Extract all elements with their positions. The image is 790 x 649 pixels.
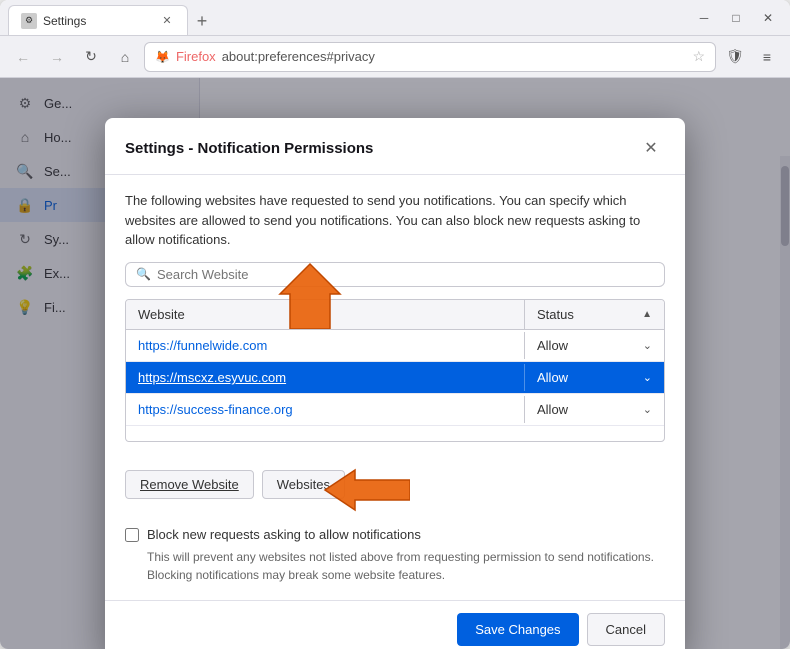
- modal-title: Settings - Notification Permissions: [125, 140, 373, 157]
- address-bar[interactable]: 🦊 Firefox about:preferences#privacy ☆: [144, 42, 716, 72]
- new-tab-button[interactable]: +: [188, 7, 216, 35]
- all-websites-button[interactable]: Websites: [262, 470, 345, 499]
- modal-backdrop: Settings - Notification Permissions ✕ Th…: [0, 78, 790, 649]
- search-website-box[interactable]: 🔍: [125, 262, 665, 288]
- window-close-button[interactable]: ✕: [754, 4, 782, 32]
- status-cell: Allow ⌄: [524, 332, 664, 359]
- status-cell: Allow ⌄: [524, 396, 664, 423]
- main-content: ⚙ Ge... ⌂ Ho... 🔍 Se... 🔒 Pr ↻ Sy... 🧩: [0, 78, 790, 649]
- checkbox-row: Block new requests asking to allow notif…: [125, 527, 665, 584]
- back-button[interactable]: ←: [8, 42, 38, 72]
- address-text: about:preferences#privacy: [222, 49, 687, 64]
- modal-header: Settings - Notification Permissions ✕: [105, 118, 685, 175]
- table-row[interactable]: https://funnelwide.com Allow ⌄: [126, 330, 664, 362]
- status-label: Allow: [537, 370, 568, 385]
- tab-close-button[interactable]: ✕: [159, 13, 175, 29]
- title-bar: ⚙ Settings ✕ + ─ □ ✕: [0, 0, 790, 36]
- col-status-label: Status: [537, 307, 574, 322]
- dropdown-arrow-icon[interactable]: ⌄: [643, 403, 652, 416]
- modal-close-button[interactable]: ✕: [637, 134, 665, 162]
- checkbox-label-text: Block new requests asking to allow notif…: [147, 527, 421, 542]
- col-website-header: Website: [126, 300, 524, 329]
- modal-description: The following websites have requested to…: [125, 191, 665, 250]
- tab-title: Settings: [43, 14, 86, 28]
- browser-window: ⚙ Settings ✕ + ─ □ ✕ ← → ↻ ⌂ 🦊 Firefox a…: [0, 0, 790, 649]
- minimize-button[interactable]: ─: [690, 4, 718, 32]
- dropdown-arrow-icon[interactable]: ⌄: [643, 339, 652, 352]
- tab-favicon: ⚙: [21, 13, 37, 29]
- refresh-button[interactable]: ↻: [76, 42, 106, 72]
- status-label: Allow: [537, 402, 568, 417]
- restore-button[interactable]: □: [722, 4, 750, 32]
- window-controls: ─ □ ✕: [690, 4, 782, 32]
- tab-area: ⚙ Settings ✕ +: [8, 0, 684, 35]
- checkbox-description: This will prevent any websites not liste…: [125, 548, 665, 584]
- modal-body: The following websites have requested to…: [105, 175, 685, 600]
- website-url-cell[interactable]: https://success-finance.org: [126, 394, 524, 425]
- permissions-table: Website Status ▲ https://funnelwide.com …: [125, 299, 665, 442]
- save-changes-button[interactable]: Save Changes: [457, 613, 578, 646]
- search-icon: 🔍: [136, 267, 151, 281]
- table-empty-space: [126, 426, 664, 442]
- notification-permissions-modal: Settings - Notification Permissions ✕ Th…: [105, 118, 685, 649]
- status-label: Allow: [537, 338, 568, 353]
- checkbox-label-row: Block new requests asking to allow notif…: [125, 527, 665, 542]
- navigation-bar: ← → ↻ ⌂ 🦊 Firefox about:preferences#priv…: [0, 36, 790, 78]
- col-status-header: Status ▲: [524, 300, 664, 329]
- table-row[interactable]: https://mscxz.esyvuc.com Allow ⌄: [126, 362, 664, 394]
- buttons-row: Remove Website Websites: [125, 470, 665, 499]
- address-brand: Firefox: [176, 49, 216, 64]
- modal-footer: Save Changes Cancel: [105, 600, 685, 649]
- nav-right-icons: 🛡 ≡: [720, 42, 782, 72]
- website-url-cell[interactable]: https://mscxz.esyvuc.com: [126, 362, 524, 393]
- cancel-button[interactable]: Cancel: [587, 613, 665, 646]
- bookmark-star-icon[interactable]: ☆: [692, 48, 705, 65]
- firefox-icon: 🦊: [155, 50, 170, 64]
- dropdown-arrow-icon[interactable]: ⌄: [643, 371, 652, 384]
- menu-button[interactable]: ≡: [752, 42, 782, 72]
- table-row[interactable]: https://success-finance.org Allow ⌄: [126, 394, 664, 426]
- forward-button[interactable]: →: [42, 42, 72, 72]
- status-cell: Allow ⌄: [524, 364, 664, 391]
- home-button[interactable]: ⌂: [110, 42, 140, 72]
- active-tab[interactable]: ⚙ Settings ✕: [8, 5, 188, 35]
- website-url-cell[interactable]: https://funnelwide.com: [126, 330, 524, 361]
- shield-icon-button[interactable]: 🛡: [720, 42, 750, 72]
- sort-arrow-icon[interactable]: ▲: [642, 309, 652, 320]
- block-requests-checkbox[interactable]: [125, 528, 139, 542]
- search-website-input[interactable]: [157, 267, 654, 282]
- table-header: Website Status ▲: [126, 300, 664, 330]
- remove-website-button[interactable]: Remove Website: [125, 470, 254, 499]
